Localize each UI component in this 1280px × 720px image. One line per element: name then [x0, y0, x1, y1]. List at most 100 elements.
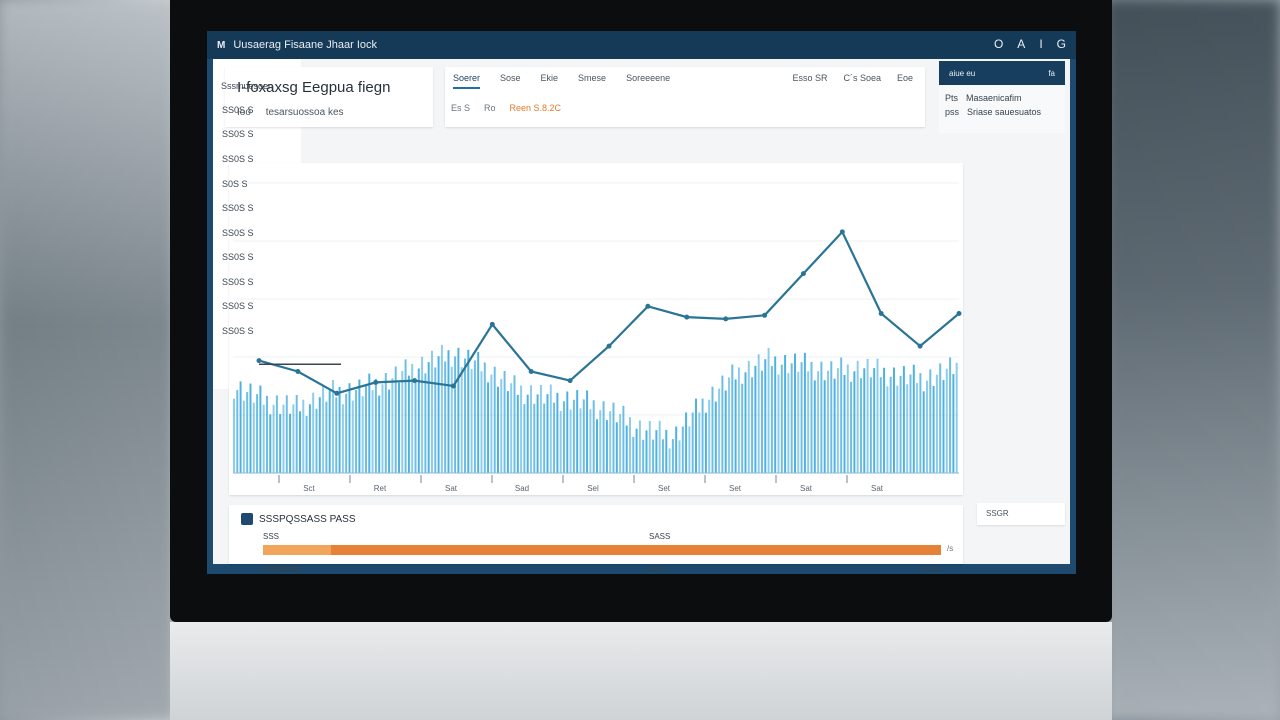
- side-panel-icon[interactable]: fa: [1048, 69, 1055, 78]
- area-bar: [678, 440, 681, 473]
- tab-right-1[interactable]: C´s Soea: [843, 73, 881, 83]
- area-bar: [929, 369, 932, 473]
- area-bar: [757, 354, 760, 473]
- info-icon[interactable]: I: [1039, 37, 1042, 51]
- area-bar: [365, 384, 367, 473]
- x-tick-label: Sat: [800, 484, 813, 493]
- area-bar: [612, 402, 615, 473]
- area-bar: [358, 379, 361, 473]
- area-bar: [843, 375, 846, 473]
- trend-point: [800, 271, 806, 277]
- area-bar: [893, 367, 895, 473]
- area-bar: [662, 439, 664, 473]
- legend-item: SS0S S: [222, 129, 254, 139]
- area-bar: [256, 394, 259, 473]
- area-bar: [572, 399, 575, 473]
- tab-0[interactable]: Soerer: [453, 73, 481, 89]
- side-panel: aiue eu fa Pts Masaenicafim pss Sriase s…: [939, 61, 1065, 133]
- area-bar: [774, 356, 777, 473]
- area-bar: [658, 420, 661, 473]
- area-bar: [457, 347, 460, 473]
- area-bar: [642, 439, 645, 473]
- area-bar: [444, 361, 447, 473]
- trend-point: [684, 314, 690, 320]
- area-bar: [751, 377, 754, 473]
- area-bar: [668, 448, 671, 473]
- area-bar: [909, 374, 912, 473]
- area-bar: [414, 380, 417, 473]
- window-controls: O A I G: [994, 37, 1066, 51]
- area-bar: [302, 399, 305, 473]
- area-bar: [701, 398, 704, 473]
- background-window-blur: [0, 0, 175, 720]
- area-bar: [589, 409, 592, 473]
- area-bar: [391, 378, 394, 473]
- tab-right-0[interactable]: Esso SR: [792, 73, 827, 83]
- area-bar: [681, 426, 684, 473]
- area-bar: [671, 439, 674, 473]
- area-bar: [794, 353, 796, 473]
- area-bar: [906, 384, 909, 473]
- legend-item: SS0S S: [222, 301, 254, 311]
- tab-3[interactable]: Smese: [578, 73, 606, 89]
- area-bar: [325, 401, 328, 473]
- area-bar: [239, 381, 242, 473]
- area-bar: [292, 404, 295, 473]
- filter-card: Soerer Sose Ekie Smese Soreeeene Esso SR…: [445, 67, 925, 127]
- legend-item: SS0S S: [222, 228, 254, 238]
- trend-point: [606, 343, 612, 349]
- area-bar: [902, 366, 905, 473]
- area-bar: [665, 429, 668, 473]
- legend-item: SS0S S: [222, 154, 254, 164]
- area-bar: [655, 430, 658, 473]
- page-subtitle: Ioo tesarsuossoa kes: [237, 107, 344, 118]
- area-bar: [559, 411, 562, 473]
- trend-point: [295, 369, 301, 374]
- filter-1[interactable]: Ro: [484, 103, 496, 113]
- tab-1[interactable]: Sose: [500, 73, 521, 89]
- legend-item: SS0S S: [222, 326, 254, 336]
- title-card: I-foxaxsg Eegpua fiegn Ioo tesarsuossoa …: [225, 67, 433, 127]
- area-bar: [926, 380, 928, 473]
- filter-2[interactable]: Reen S.8.2C: [510, 103, 562, 113]
- tab-4[interactable]: Soreeeene: [626, 73, 670, 89]
- area-bar: [266, 395, 268, 473]
- area-bar: [919, 373, 922, 473]
- area-bar: [724, 390, 727, 473]
- app-icon: M: [217, 39, 226, 51]
- area-bar: [728, 377, 730, 473]
- tab-2[interactable]: Ekie: [541, 73, 559, 89]
- progress-right-value: 2.20: [923, 565, 939, 574]
- area-bar: [437, 356, 440, 473]
- area-bar: [609, 411, 612, 473]
- area-bar: [599, 410, 602, 473]
- area-bar: [780, 364, 783, 473]
- area-bar: [592, 400, 595, 473]
- window-titlebar: M Uusaerag Fisaane Jhaar Iock O A I G: [207, 31, 1076, 59]
- area-bar: [886, 386, 889, 473]
- x-tick-label: Sct: [303, 484, 315, 493]
- area-bar: [942, 380, 945, 473]
- area-bar: [741, 383, 744, 473]
- area-bar: [770, 366, 773, 473]
- progress-value: SSI: [649, 565, 662, 574]
- legend-footer-label: SSGR: [986, 509, 1009, 518]
- area-bar: [348, 383, 351, 473]
- area-bar: [602, 401, 605, 473]
- area-bar: [860, 378, 862, 473]
- area-bar: [249, 383, 252, 473]
- area-bar: [714, 401, 717, 473]
- area-bar: [605, 420, 608, 473]
- area-bar: [523, 404, 526, 473]
- tab-right-2[interactable]: Eoe: [897, 73, 913, 83]
- area-bar: [833, 378, 836, 473]
- area-bar: [569, 409, 572, 473]
- settings-icon[interactable]: G: [1057, 37, 1066, 51]
- area-bar: [454, 356, 457, 473]
- search-icon[interactable]: O: [994, 37, 1003, 51]
- monitor-chin: [170, 622, 1112, 720]
- filter-0[interactable]: Es S: [451, 103, 470, 113]
- legend-footer[interactable]: SSGR: [977, 503, 1065, 525]
- area-bar: [417, 368, 420, 473]
- account-icon[interactable]: A: [1017, 37, 1025, 51]
